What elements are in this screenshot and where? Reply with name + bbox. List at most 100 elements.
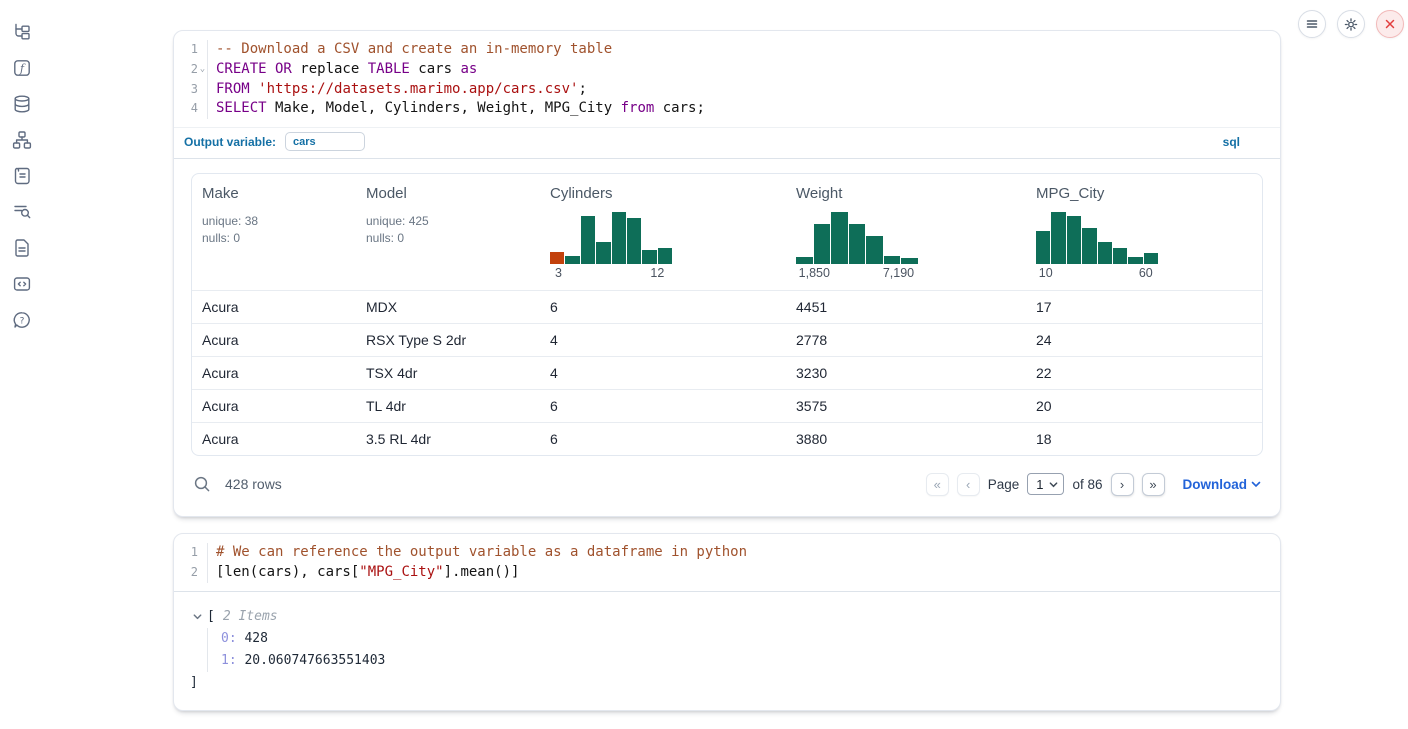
histogram-bar: [550, 252, 564, 264]
code-line: [len(cars), cars["MPG_City"].mean()]: [216, 563, 1280, 583]
table-cell: 3880: [786, 431, 1026, 447]
histogram-bar: [1051, 212, 1065, 264]
line-number: 3: [174, 80, 207, 100]
table-cell: 2778: [786, 332, 1026, 348]
histogram-bar: [658, 248, 672, 264]
tree-children: 0: 4281: 20.060747663551403: [207, 628, 1264, 672]
column-histogram: 312: [550, 212, 672, 282]
axis-max-label: 7,190: [883, 266, 914, 280]
collapse-chevron-icon[interactable]: [190, 610, 204, 624]
page-select[interactable]: 1: [1027, 473, 1064, 495]
code-snippets-icon[interactable]: [10, 272, 34, 296]
code-line: -- Download a CSV and create an in-memor…: [216, 40, 1280, 60]
table-cell: 17: [1026, 299, 1262, 315]
table-cell: 4451: [786, 299, 1026, 315]
tree-entry: 0: 428: [221, 628, 1264, 650]
sql-cell: 12⌄34 -- Download a CSV and create an in…: [173, 30, 1281, 517]
column-stats: unique: 425nulls: 0: [366, 213, 532, 247]
shutdown-close-icon[interactable]: [1376, 10, 1404, 38]
file-tree-icon[interactable]: [10, 20, 34, 44]
download-button[interactable]: Download: [1183, 477, 1262, 492]
python-code-area[interactable]: # We can reference the output variable a…: [208, 543, 1280, 583]
notebook: 12⌄34 -- Download a CSV and create an in…: [173, 30, 1281, 711]
output-variable-input[interactable]: [285, 132, 365, 151]
column-name[interactable]: MPG_City: [1036, 185, 1104, 202]
table-cell: Acura: [192, 299, 356, 315]
table-cell: 6: [540, 299, 786, 315]
histogram-bar: [596, 242, 610, 264]
line-number: 2⌄: [174, 60, 207, 80]
close-bracket: ]: [190, 672, 1264, 694]
table-cell: Acura: [192, 431, 356, 447]
line-number-gutter: 12⌄34: [174, 40, 208, 119]
line-number: 2: [174, 563, 207, 583]
sql-code-area[interactable]: -- Download a CSV and create an in-memor…: [208, 40, 1280, 119]
histogram-bar: [642, 250, 656, 264]
table-cell: Acura: [192, 398, 356, 414]
table-cell: Acura: [192, 332, 356, 348]
database-icon[interactable]: [10, 92, 34, 116]
open-bracket: [: [207, 606, 215, 628]
table-header-row: Make unique: 38nulls: 0 Model unique: 425nu…: [192, 174, 1262, 290]
column-name[interactable]: Weight: [796, 185, 842, 202]
fold-chevron-icon[interactable]: ⌄: [198, 60, 207, 80]
window-controls: [1298, 10, 1404, 38]
output-variable-row: Output variable: sql: [174, 127, 1280, 158]
function-icon[interactable]: f: [10, 56, 34, 80]
svg-text:?: ?: [20, 316, 25, 326]
histogram-bar: [866, 236, 883, 264]
search-icon[interactable]: [193, 475, 211, 493]
histogram-bar: [565, 256, 579, 264]
line-number: 1: [174, 543, 207, 563]
histogram-bar: [1144, 253, 1158, 264]
log-search-icon[interactable]: [10, 200, 34, 224]
output-variable-label: Output variable:: [184, 135, 276, 149]
table-cell: 20: [1026, 398, 1262, 414]
histogram-bar: [849, 224, 866, 264]
menu-icon[interactable]: [1298, 10, 1326, 38]
scroll-icon[interactable]: [10, 164, 34, 188]
table-cell: 22: [1026, 365, 1262, 381]
column-name[interactable]: Cylinders: [550, 185, 613, 202]
column-name[interactable]: Model: [366, 185, 407, 202]
settings-gear-icon[interactable]: [1337, 10, 1365, 38]
first-page-button[interactable]: «: [926, 473, 949, 496]
page-total: of 86: [1072, 477, 1102, 492]
page-label: Page: [988, 477, 1020, 492]
column-name[interactable]: Make: [202, 185, 239, 202]
code-line: CREATE OR replace TABLE cars as: [216, 60, 1280, 80]
table-cell: TSX 4dr: [356, 365, 540, 381]
histogram-bar: [1036, 231, 1050, 264]
histogram-bar: [581, 216, 595, 264]
language-badge[interactable]: sql: [1223, 135, 1240, 149]
table-row: AcuraMDX6445117: [192, 290, 1262, 323]
last-page-button[interactable]: »: [1142, 473, 1165, 496]
table-row: AcuraTSX 4dr4323022: [192, 356, 1262, 389]
table-cell: RSX Type S 2dr: [356, 332, 540, 348]
document-icon[interactable]: [10, 236, 34, 260]
table-footer: 428 rows « ‹ Page 1 of 86 › » Download: [191, 467, 1263, 501]
column-header: Cylinders 312: [540, 174, 786, 290]
help-icon[interactable]: ?: [10, 308, 34, 332]
svg-text:f: f: [19, 62, 26, 75]
previous-page-button[interactable]: ‹: [957, 473, 980, 496]
sidebar: f ?: [0, 0, 44, 729]
table-cell: Acura: [192, 365, 356, 381]
chevron-down-icon: [1049, 480, 1058, 489]
next-page-button[interactable]: ›: [1111, 473, 1134, 496]
dependency-graph-icon[interactable]: [10, 128, 34, 152]
axis-max-label: 60: [1139, 266, 1153, 280]
histogram-bar: [612, 212, 626, 264]
output-tree: [ 2 Items 0: 4281: 20.060747663551403 ]: [190, 606, 1264, 694]
line-number: 1: [174, 40, 207, 60]
axis-max-label: 12: [650, 266, 664, 280]
histogram-bar: [884, 256, 901, 264]
python-editor: 12 # We can reference the output variabl…: [174, 534, 1280, 591]
column-stats: unique: 38nulls: 0: [202, 213, 348, 247]
column-histogram: 1,8507,190: [796, 212, 918, 282]
table-row: AcuraRSX Type S 2dr4277824: [192, 323, 1262, 356]
column-header: MPG_City1060: [1026, 174, 1262, 290]
table-cell: 3575: [786, 398, 1026, 414]
histogram-bar: [814, 224, 831, 264]
tree-root-row: [ 2 Items: [190, 606, 1264, 628]
